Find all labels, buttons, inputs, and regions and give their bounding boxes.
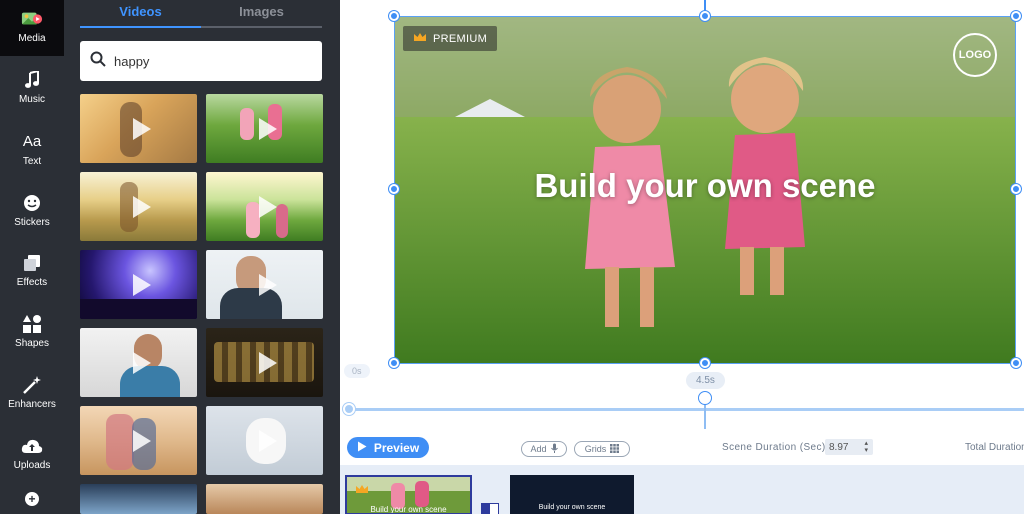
video-thumbnail[interactable]: [80, 328, 197, 397]
premium-badge: PREMIUM: [403, 26, 498, 51]
total-duration-label: Total Duration: [965, 442, 1024, 453]
play-icon: [132, 195, 151, 218]
rail-label-enhancers: Enhancers: [8, 398, 56, 410]
play-icon: [258, 351, 277, 374]
resize-handle-top[interactable]: [700, 11, 710, 21]
scene-thumbnail[interactable]: Build your own scene: [345, 475, 472, 514]
grids-label: Grids: [584, 444, 607, 454]
play-icon: [132, 429, 151, 452]
timeline-playhead-time: 4.5s: [686, 372, 725, 389]
add-label: Add: [530, 444, 547, 454]
add-voice-button[interactable]: Add: [521, 441, 567, 457]
play-icon: [258, 273, 277, 296]
media-icon: [21, 9, 43, 29]
crown-icon: [355, 481, 369, 499]
left-rail: Media Music Aa Text Stickers Effects Sha…: [0, 0, 64, 514]
preview-button[interactable]: Preview: [347, 437, 429, 458]
playhead-line: [704, 405, 706, 429]
rail-item-text[interactable]: Aa Text: [0, 118, 64, 180]
rail-label-effects: Effects: [16, 276, 48, 288]
search-box[interactable]: [80, 41, 322, 81]
cloud-upload-icon: [21, 436, 43, 456]
scene-duration-input[interactable]: 8.97 ▴ ▾: [825, 439, 873, 455]
rail-label-music: Music: [18, 93, 46, 105]
play-icon: [258, 195, 277, 218]
scene-thumbnail[interactable]: Build your own scene: [510, 475, 634, 514]
play-icon: [132, 351, 151, 374]
play-icon: [357, 441, 367, 455]
media-panel: Videos Images: [64, 0, 340, 514]
rail-item-shapes[interactable]: Shapes: [0, 300, 64, 362]
video-thumbnail[interactable]: [80, 250, 197, 319]
scene-canvas[interactable]: PREMIUM LOGO Build your own scene: [394, 16, 1016, 364]
rail-item-effects[interactable]: Effects: [0, 240, 64, 300]
rail-item-stickers[interactable]: Stickers: [0, 180, 64, 240]
stepper-icon: ▴ ▾: [864, 440, 868, 454]
play-icon: [132, 117, 151, 140]
sticker-icon: [21, 193, 43, 213]
timeline-track[interactable]: [348, 408, 1024, 411]
logo-placeholder[interactable]: LOGO: [953, 33, 997, 77]
resize-handle-top-left[interactable]: [389, 11, 399, 21]
scene-duration-value: 8.97: [829, 441, 849, 453]
timeline-start-handle[interactable]: [343, 403, 355, 415]
play-icon: [258, 117, 277, 140]
video-thumbnail[interactable]: [206, 328, 323, 397]
play-icon: [258, 429, 277, 452]
video-thumbnail[interactable]: [80, 172, 197, 241]
rail-label-text: Text: [22, 155, 42, 167]
resize-handle-left[interactable]: [389, 184, 399, 194]
plus-icon: +: [25, 492, 39, 506]
playhead-handle[interactable]: [698, 391, 712, 405]
video-thumbnail[interactable]: [206, 94, 323, 163]
video-thumbnail[interactable]: [206, 250, 323, 319]
premium-label: PREMIUM: [433, 32, 488, 45]
resize-handle-bottom-left[interactable]: [389, 358, 399, 368]
rail-item-music[interactable]: Music: [0, 56, 64, 118]
music-note-icon: [21, 70, 43, 90]
scene-thumbnail-title: Build your own scene: [538, 504, 606, 511]
grid-icon: [610, 443, 620, 455]
grids-button[interactable]: Grids: [574, 441, 630, 457]
text-aa-icon: Aa: [22, 133, 42, 150]
tab-videos[interactable]: Videos: [80, 0, 201, 28]
effects-icon: [21, 253, 43, 273]
magic-wand-icon: [21, 375, 43, 395]
timeline-start-time: 0s: [344, 364, 370, 378]
video-thumbnail[interactable]: [80, 484, 197, 514]
scene-thumbnail-title: Build your own scene: [370, 505, 447, 514]
rail-item-enhancers[interactable]: Enhancers: [0, 362, 64, 422]
rail-add-button[interactable]: +: [0, 484, 64, 514]
resize-handle-right[interactable]: [1011, 184, 1021, 194]
video-thumbnail[interactable]: [80, 406, 197, 475]
preview-label: Preview: [373, 440, 420, 455]
scene-title-text[interactable]: Build your own scene: [395, 167, 1015, 205]
transition-icon[interactable]: [481, 503, 499, 514]
resize-handle-bottom-right[interactable]: [1011, 358, 1021, 368]
scene-duration-label: Scene Duration (Sec): [722, 442, 826, 453]
scene-strip: Build your own scene Build your own scen…: [340, 465, 1024, 514]
rail-label-stickers: Stickers: [14, 216, 50, 228]
rail-label-media: Media: [18, 32, 46, 44]
rail-item-uploads[interactable]: Uploads: [0, 422, 64, 484]
rail-label-shapes: Shapes: [15, 337, 49, 349]
shapes-icon: [21, 314, 43, 334]
video-thumbnail[interactable]: [80, 94, 197, 163]
resize-handle-top-right[interactable]: [1011, 11, 1021, 21]
crown-icon: [413, 32, 427, 45]
rail-item-media[interactable]: Media: [0, 2, 64, 50]
video-thumbnail[interactable]: [206, 484, 323, 514]
search-input[interactable]: [114, 53, 304, 69]
tab-images[interactable]: Images: [201, 0, 322, 28]
rail-label-uploads: Uploads: [13, 459, 51, 471]
play-icon: [132, 273, 151, 296]
resize-handle-bottom[interactable]: [700, 358, 710, 368]
video-thumbnail[interactable]: [206, 406, 323, 475]
editor-stage: PREMIUM LOGO Build your own scene 0s 4.5…: [340, 0, 1024, 514]
video-thumbnail[interactable]: [206, 172, 323, 241]
microphone-icon: [550, 443, 558, 455]
search-icon: [90, 51, 106, 72]
